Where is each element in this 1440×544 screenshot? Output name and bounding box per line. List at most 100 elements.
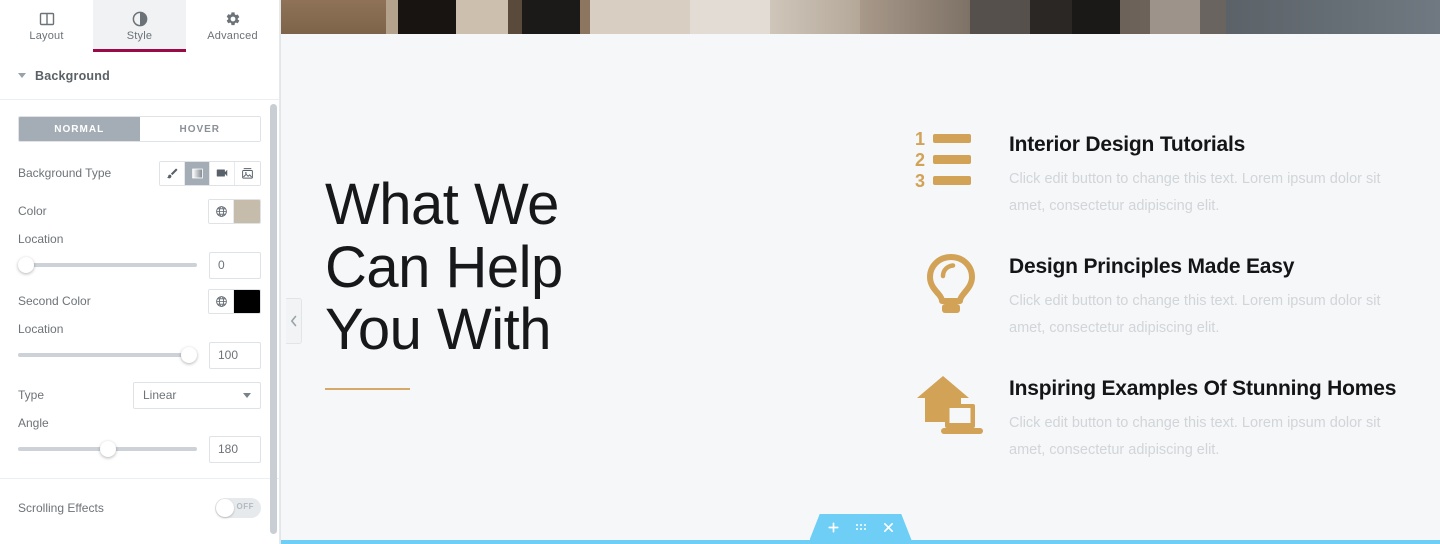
page-canvas: What We Can Help You With 1 2 3 Interior… xyxy=(280,0,1440,544)
background-type-label: Background Type xyxy=(18,166,112,180)
feature-item[interactable]: Design Principles Made Easy Click edit b… xyxy=(915,252,1400,342)
section-divider xyxy=(0,478,279,479)
photo-segment xyxy=(1150,0,1200,34)
state-tab-normal[interactable]: NORMAL xyxy=(19,117,140,141)
photo-segment xyxy=(281,0,386,34)
location-first-slider[interactable] xyxy=(18,255,197,275)
gear-icon xyxy=(225,11,241,27)
tab-advanced-label: Advanced xyxy=(207,29,258,42)
feature-title: Interior Design Tutorials xyxy=(1009,133,1246,156)
slider-knob[interactable] xyxy=(18,257,34,273)
slider-track xyxy=(18,353,197,357)
feature-description: Click edit button to change this text. L… xyxy=(1009,171,1381,214)
location-first-label: Location xyxy=(18,232,64,246)
globe-icon[interactable] xyxy=(209,199,234,223)
photo-segment xyxy=(398,0,456,34)
hero-section: What We Can Help You With 1 2 3 Interior… xyxy=(281,34,1440,544)
angle-value[interactable]: 180 xyxy=(209,435,261,463)
feature-description: Click edit button to change this text. L… xyxy=(1009,293,1381,336)
angle-slider[interactable] xyxy=(18,439,197,459)
photo-segment xyxy=(1120,0,1150,34)
feature-text: Interior Design Tutorials Click edit but… xyxy=(1009,130,1400,220)
photo-segment xyxy=(522,0,580,34)
gradient-type-select[interactable]: Linear xyxy=(133,381,261,409)
second-color-control xyxy=(208,288,261,314)
photo-segment xyxy=(970,0,1030,34)
scrolling-effects-label: Scrolling Effects xyxy=(18,501,104,515)
background-section-header[interactable]: Background xyxy=(0,52,279,100)
background-type-options xyxy=(159,160,261,186)
svg-text:1: 1 xyxy=(915,130,925,149)
lightbulb-icon xyxy=(915,252,987,318)
state-tab-group: NORMAL HOVER xyxy=(18,116,261,142)
collapse-panel-button[interactable] xyxy=(286,298,302,344)
tab-advanced[interactable]: Advanced xyxy=(186,0,279,52)
elementor-editor: Layout Style Advanced Background NORMAL … xyxy=(0,0,1440,544)
section-title: Background xyxy=(35,68,110,83)
photo-segment xyxy=(1226,0,1440,34)
slideshow-icon xyxy=(241,167,254,180)
feature-description: Click edit button to change this text. L… xyxy=(1009,414,1381,458)
page-title: What We Can Help You With xyxy=(325,172,563,363)
angle-row: 180 xyxy=(18,432,261,466)
feature-text: Inspiring Examples Of Stunning Homes Cli… xyxy=(1009,374,1400,464)
bg-type-slideshow-button[interactable] xyxy=(235,161,260,185)
panel-scrollbar[interactable] xyxy=(270,104,277,534)
house-laptop-icon xyxy=(915,374,987,440)
svg-text:3: 3 xyxy=(915,171,925,191)
panel-tab-bar: Layout Style Advanced xyxy=(0,0,279,52)
location-first-value[interactable]: 0 xyxy=(209,251,261,279)
state-tab-hover[interactable]: HOVER xyxy=(139,117,260,141)
second-color-swatch[interactable] xyxy=(234,289,260,313)
color-label: Color xyxy=(18,204,47,218)
location-second-label: Location xyxy=(18,322,64,336)
photo-segment xyxy=(1072,0,1120,34)
feature-item[interactable]: 1 2 3 Interior Design Tutorials Click ed… xyxy=(915,130,1400,220)
tab-layout-label: Layout xyxy=(29,29,64,42)
location-second-value[interactable]: 100 xyxy=(209,341,261,369)
columns-icon xyxy=(39,11,55,27)
close-icon[interactable] xyxy=(883,522,894,533)
hero-background-image xyxy=(281,0,1440,34)
gradient-icon xyxy=(191,167,204,180)
toggle-knob xyxy=(216,499,234,517)
toggle-state-label: OFF xyxy=(236,502,254,511)
location-second-row: 100 xyxy=(18,338,261,372)
feature-title: Design Principles Made Easy xyxy=(1009,254,1295,278)
plus-icon[interactable] xyxy=(827,521,839,533)
photo-segment xyxy=(770,0,860,34)
photo-segment xyxy=(508,0,522,34)
photo-segment xyxy=(590,0,690,34)
bg-type-classic-button[interactable] xyxy=(160,161,185,185)
color-control xyxy=(208,198,261,224)
location-second-slider[interactable] xyxy=(18,345,197,365)
bg-type-video-button[interactable] xyxy=(210,161,235,185)
hero-right-column: 1 2 3 Interior Design Tutorials Click ed… xyxy=(865,34,1400,544)
chevron-left-icon xyxy=(290,315,298,327)
slider-knob[interactable] xyxy=(99,441,116,457)
second-color-label: Second Color xyxy=(18,294,91,308)
globe-icon[interactable] xyxy=(209,289,234,313)
second-color-row: Second Color xyxy=(18,284,261,318)
tab-layout[interactable]: Layout xyxy=(0,0,93,52)
chevron-down-icon xyxy=(18,73,26,78)
scrolling-effects-toggle[interactable]: OFF xyxy=(215,498,261,518)
bg-type-gradient-button[interactable] xyxy=(185,161,210,185)
color-swatch[interactable] xyxy=(234,199,260,223)
slider-knob[interactable] xyxy=(181,347,197,363)
chevron-down-icon xyxy=(243,392,251,398)
feature-title: Inspiring Examples Of Stunning Homes xyxy=(1009,376,1397,400)
svg-text:2: 2 xyxy=(915,150,925,170)
photo-segment xyxy=(386,0,398,34)
type-label: Type xyxy=(18,388,45,402)
angle-label: Angle xyxy=(18,416,49,430)
tab-style[interactable]: Style xyxy=(93,0,186,52)
photo-segment xyxy=(456,0,508,34)
type-row: Type Linear xyxy=(18,378,261,412)
drag-dots-icon[interactable] xyxy=(855,522,867,532)
background-type-row: Background Type xyxy=(18,156,261,190)
feature-item[interactable]: Inspiring Examples Of Stunning Homes Cli… xyxy=(915,374,1400,464)
gradient-type-value: Linear xyxy=(143,388,177,402)
feature-text: Design Principles Made Easy Click edit b… xyxy=(1009,252,1400,342)
scrolling-effects-row: Scrolling Effects OFF xyxy=(18,491,261,525)
